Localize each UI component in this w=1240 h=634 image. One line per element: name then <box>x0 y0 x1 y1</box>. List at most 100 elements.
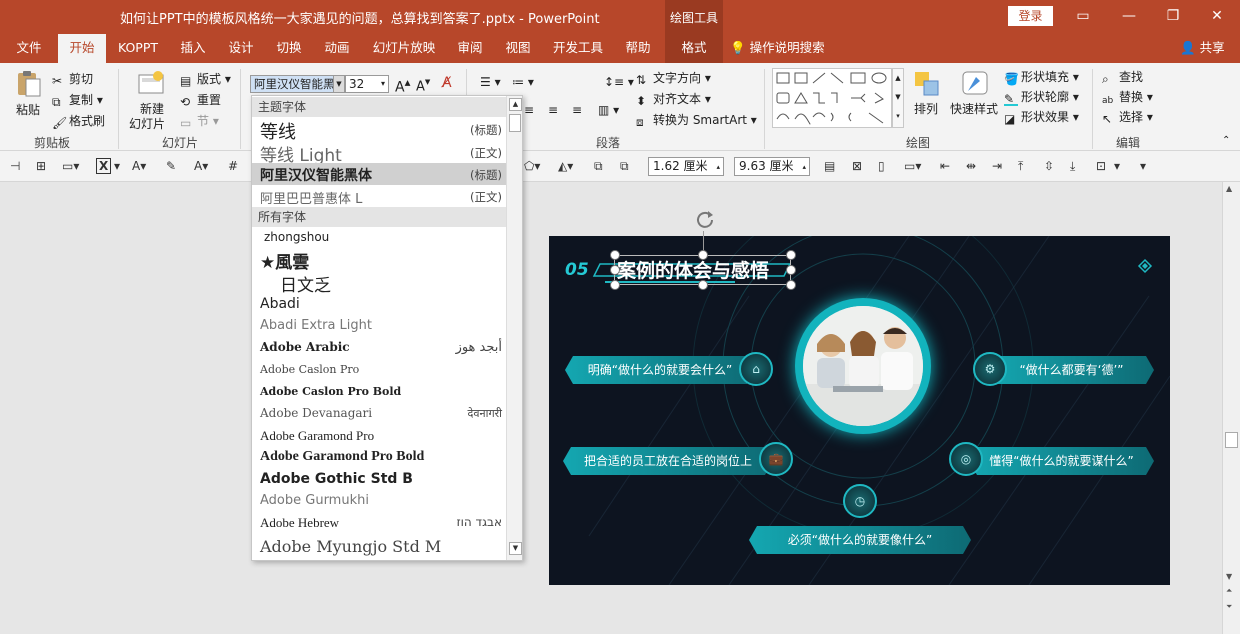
eyedropper-icon[interactable]: ✎ <box>166 159 176 173</box>
font-item[interactable]: Adobe Caslon Pro <box>252 361 506 381</box>
quick-styles-icon[interactable] <box>960 69 990 99</box>
align-top-icon[interactable]: ⤒ <box>1018 159 1023 174</box>
align-text-button[interactable]: ⬍ 对齐文本 ▾ <box>636 90 711 108</box>
font-item[interactable]: Adobe Myungjo Std M <box>252 536 506 560</box>
scroll-down-icon[interactable]: ▼ <box>1226 572 1232 581</box>
font-item[interactable]: Adobe Devanagari देवनागरी <box>252 405 506 425</box>
reset-button[interactable]: ⟲ 重置 <box>180 91 221 109</box>
layout-button[interactable]: ▤ 版式 ▾ <box>180 70 231 88</box>
font-item[interactable]: Adobe Caslon Pro Bold <box>252 383 506 403</box>
font-item[interactable]: Adobe Gothic Std B <box>252 470 506 491</box>
font-item[interactable]: 日文乏 <box>252 271 506 296</box>
font-list-scrollbar[interactable]: ▲ ▼ <box>506 96 522 560</box>
clear-formatting-icon[interactable]: A̸ <box>442 75 452 91</box>
paste-icon[interactable] <box>14 69 44 99</box>
font-item[interactable]: 等线 (标题) <box>252 118 506 143</box>
text-fill-icon[interactable]: X <box>96 158 112 174</box>
font-list-scroll-down-icon[interactable]: ▼ <box>509 542 522 555</box>
resize-handle-sw[interactable] <box>610 280 620 290</box>
font-item[interactable]: Adobe Gurmukhi <box>252 492 506 513</box>
tab-slideshow[interactable]: 幻灯片放映 <box>366 34 442 63</box>
resize-handle-s[interactable] <box>698 280 708 290</box>
font-item[interactable]: Abadi <box>252 295 506 315</box>
shape-height-input[interactable]: 1.62 厘米▴▾ <box>648 157 724 188</box>
ribbon-display-options-icon[interactable]: ▭ <box>1060 4 1106 30</box>
scroll-up-icon[interactable]: ▲ <box>1226 184 1232 193</box>
resize-handle-nw[interactable] <box>610 250 620 260</box>
alt-text-icon[interactable]: ▤ <box>824 159 835 173</box>
arrange-label[interactable]: 排列 <box>914 100 938 117</box>
font-item[interactable]: Abadi Extra Light <box>252 317 506 337</box>
text-box-icon[interactable]: ▭▾ <box>62 159 79 173</box>
slide-title[interactable]: 案例的体会与感悟 <box>617 256 769 283</box>
font-item[interactable]: 等线 Light (正文) <box>252 141 506 166</box>
resize-handle-w[interactable] <box>610 265 620 275</box>
rotate-handle-icon[interactable] <box>694 209 716 231</box>
copy-button[interactable]: ⧉ 复制 ▾ <box>52 91 103 109</box>
font-item[interactable]: Adobe Garamond Pro Bold <box>252 448 506 469</box>
line-spacing-icon[interactable]: ↕≡ ▾ <box>604 75 634 89</box>
shape-outline-button[interactable]: ✎ 形状轮廓 ▾ <box>1004 88 1079 106</box>
pill-bottom[interactable]: 必须“做什么的就要像什么” <box>749 526 971 554</box>
section-button[interactable]: ▭ 节 ▾ <box>180 112 219 130</box>
align-left-edge-icon[interactable]: ⊣ <box>10 159 20 173</box>
dropdown-arrow-icon[interactable]: ▾ <box>1114 159 1120 173</box>
align-right-icon[interactable]: ≡ <box>548 103 558 117</box>
customize-toolbar-icon[interactable]: ▾ <box>1140 159 1146 173</box>
align-middle-icon[interactable]: ⊞ <box>36 159 46 173</box>
tab-review[interactable]: 审阅 <box>450 34 490 63</box>
justify-icon[interactable]: ≡ <box>572 103 582 117</box>
select-button[interactable]: ↖ 选择 ▾ <box>1102 108 1153 126</box>
dropdown-arrow-icon[interactable]: ▾ <box>114 159 120 173</box>
group-icon[interactable]: ⊡ <box>1096 159 1106 173</box>
font-item[interactable]: Adobe Hebrew אבגד הוז <box>252 514 506 535</box>
new-slide-label-2[interactable]: 幻灯片 <box>129 115 165 132</box>
resize-handle-se[interactable] <box>786 280 796 290</box>
tab-insert[interactable]: 插入 <box>172 34 214 63</box>
text-outline-icon[interactable]: A▾ <box>194 159 208 173</box>
shapes-gallery[interactable] <box>772 68 892 128</box>
previous-slide-icon[interactable]: ⏶ <box>1226 586 1232 596</box>
font-item-selected[interactable]: 阿里汉仪智能黑体 (标题) <box>252 163 506 185</box>
bring-forward-icon[interactable]: ⧉ <box>594 159 603 174</box>
arrange-icon[interactable] <box>912 69 942 99</box>
resize-handle-n[interactable] <box>698 250 708 260</box>
smartart-button[interactable]: ⧈ 转换为 SmartArt ▾ <box>636 111 757 129</box>
font-color-icon[interactable]: A▾ <box>132 159 146 173</box>
pill-top-right[interactable]: “做什么都要有‘德’” <box>989 356 1154 384</box>
cut-button[interactable]: ✂ 剪切 <box>52 70 93 88</box>
collapse-ribbon-icon[interactable]: ⌃ <box>1222 135 1230 146</box>
font-size-arrow[interactable]: ▾ <box>381 76 385 92</box>
login-button[interactable]: 登录 <box>1008 6 1053 26</box>
pill-middle-left[interactable]: 把合适的员工放在合适的岗位上 <box>563 447 773 475</box>
close-icon[interactable]: ✕ <box>1194 4 1240 30</box>
rotate-icon[interactable]: ◭▾ <box>558 159 573 173</box>
font-size-input[interactable]: 32 ▾ <box>345 75 389 93</box>
crop-icon[interactable]: ⊠ <box>852 159 862 173</box>
next-slide-icon[interactable]: ⏷ <box>1226 602 1232 612</box>
vertical-scrollbar[interactable]: ▲ ▼ ⏶ ⏷ <box>1222 182 1240 634</box>
slide[interactable]: 05 案例的体会与感悟 明确“做什么的就要会什么” ⌂ “做什么都要有‘德’” … <box>549 236 1170 585</box>
format-painter-button[interactable]: 🖌 格式刷 <box>52 112 105 130</box>
font-dropdown-list[interactable]: 主题字体 等线 (标题) 等线 Light (正文) 阿里汉仪智能黑体 (标题)… <box>251 95 523 561</box>
tab-home[interactable]: 开始 <box>58 34 106 63</box>
align-center-objects-icon[interactable]: ⇹ <box>966 159 976 173</box>
quick-styles-label[interactable]: 快速样式 <box>950 100 998 117</box>
font-item[interactable]: Adobe Arabic أبجد هوز <box>252 339 506 359</box>
font-name-dropdown-arrow[interactable]: ▼ <box>333 75 345 93</box>
shape-fill-button[interactable]: 🪣 形状填充 ▾ <box>1004 68 1079 86</box>
send-backward-icon[interactable]: ⧉ <box>620 159 629 174</box>
font-item[interactable]: 阿里巴巴普惠体 L (正文) <box>252 185 506 207</box>
font-item[interactable]: zhongshou <box>252 229 506 247</box>
font-item[interactable]: ★風雲 <box>252 248 506 273</box>
tab-animations[interactable]: 动画 <box>316 34 358 63</box>
shape-icon[interactable]: ⬠▾ <box>524 159 540 173</box>
bullets-icon[interactable]: ☰ ▾ <box>480 75 501 89</box>
scrollbar-thumb[interactable] <box>1225 432 1238 448</box>
tab-transitions[interactable]: 切换 <box>268 34 310 63</box>
tab-koppt[interactable]: KOPPT <box>110 34 166 63</box>
pill-middle-right[interactable]: 懂得“做什么的就要谋什么” <box>969 447 1154 475</box>
resize-handle-ne[interactable] <box>786 250 796 260</box>
minimize-icon[interactable]: — <box>1106 4 1152 30</box>
share-button[interactable]: 👤 共享 <box>1180 34 1225 63</box>
